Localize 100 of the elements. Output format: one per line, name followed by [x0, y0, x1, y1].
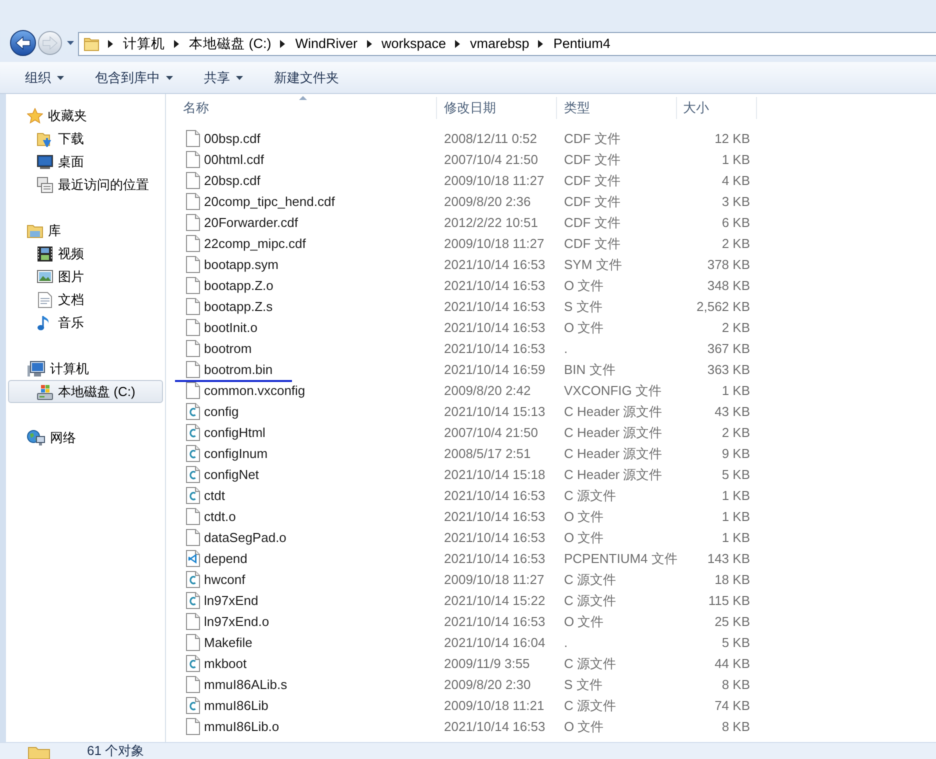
file-icon	[186, 214, 200, 231]
file-name[interactable]: common.vxconfig	[204, 380, 306, 400]
breadcrumb-link[interactable]: 本地磁盘 (C:)	[189, 35, 272, 53]
file-size: 44 KB	[714, 654, 750, 673]
file-size: 1 KB	[722, 528, 750, 547]
file-name[interactable]: bootInit.o	[204, 318, 258, 338]
sidebar-group[interactable]: 收藏夹	[8, 104, 163, 127]
file-name[interactable]: configNet	[204, 464, 259, 484]
file-icon	[186, 529, 200, 546]
modified-date: 2009/10/18 11:21	[444, 698, 544, 713]
file-name[interactable]: mmuI86ALib.s	[204, 674, 288, 694]
file-size: 2 KB	[722, 234, 750, 253]
film-strip-icon	[37, 246, 53, 262]
file-name[interactable]: bootrom.bin	[204, 360, 273, 380]
file-type: C Header 源文件	[564, 424, 662, 440]
sidebar-item[interactable]: 最近访问的位置	[8, 173, 163, 196]
file-name[interactable]: 20comp_tipc_hend.cdf	[204, 192, 335, 212]
toolbar-button[interactable]: 共享	[196, 66, 251, 90]
sidebar-label: 下载	[58, 130, 84, 148]
file-name[interactable]: configInum	[204, 444, 268, 464]
file-name[interactable]: config	[204, 402, 239, 422]
breadcrumb-link[interactable]: 计算机	[123, 35, 165, 53]
history-dropdown[interactable]	[66, 40, 74, 46]
back-button[interactable]	[10, 30, 36, 56]
sidebar-group[interactable]: 库	[8, 219, 163, 242]
modified-date: 2021/10/14 16:59	[444, 362, 546, 377]
chevron-icon	[366, 40, 372, 48]
file-name[interactable]: configHtml	[204, 422, 266, 442]
file-name[interactable]: bootapp.sym	[204, 254, 278, 274]
sidebar-item[interactable]: 桌面	[8, 150, 163, 173]
sidebar-item[interactable]: 图片	[8, 265, 163, 288]
breadcrumb-link[interactable]: vmarebsp	[470, 35, 530, 53]
document-icon	[37, 292, 53, 308]
file-name[interactable]: 20Forwarder.cdf	[204, 212, 298, 232]
modified-date: 2021/10/14 16:53	[444, 508, 546, 524]
c-file-icon	[186, 445, 200, 462]
desktop-icon	[37, 154, 53, 168]
file-size: 3 KB	[722, 192, 750, 211]
sidebar-label: 最近访问的位置	[58, 176, 149, 194]
arrow-icon	[42, 36, 58, 50]
modified-date: 2021/10/14 16:53	[444, 718, 546, 734]
file-name[interactable]: mkboot	[204, 654, 247, 674]
breadcrumb-link[interactable]: WindRiver	[295, 35, 358, 53]
column-header[interactable]: 类型	[557, 97, 677, 119]
sidebar-item[interactable]: 视频	[8, 242, 163, 265]
file-name[interactable]: mmuI86Lib.o	[204, 716, 280, 736]
file-name[interactable]: bootapp.Z.s	[204, 296, 273, 316]
folder-icon	[84, 37, 99, 51]
toolbar-button[interactable]: 包含到库中	[87, 66, 181, 90]
file-name[interactable]: mmuI86Lib	[204, 696, 268, 716]
file-name[interactable]: hwconf	[204, 570, 246, 590]
breadcrumb-link[interactable]: workspace	[382, 35, 446, 53]
file-name[interactable]: depend	[204, 548, 248, 568]
breadcrumb-link[interactable]: Pentium4	[553, 35, 610, 53]
file-size: 1 KB	[722, 382, 750, 400]
file-name[interactable]: 00html.cdf	[204, 150, 264, 170]
sidebar-group[interactable]: 网络	[8, 426, 163, 449]
drive-icon	[37, 384, 53, 400]
file-size: 74 KB	[714, 696, 750, 715]
file-name[interactable]: dataSegPad.o	[204, 528, 286, 548]
sidebar-item[interactable]: 音乐	[8, 311, 163, 334]
file-size: 1 KB	[722, 150, 750, 169]
column-header[interactable]: 名称	[169, 97, 437, 119]
network-globe-icon	[27, 430, 45, 446]
star-icon	[27, 108, 43, 124]
file-icon	[186, 718, 200, 735]
file-size: 5 KB	[722, 466, 750, 484]
file-type: CDF 文件	[564, 172, 620, 188]
file-icon	[186, 172, 200, 189]
sidebar-label: 桌面	[58, 152, 84, 171]
modified-date: 2021/10/14 16:53	[444, 298, 546, 314]
modified-date: 2021/10/14 16:53	[444, 488, 546, 503]
file-name[interactable]: ln97xEnd.o	[204, 612, 270, 632]
column-header[interactable]: 修改日期	[437, 97, 557, 119]
file-size: 43 KB	[714, 402, 750, 421]
file-name[interactable]: bootrom	[204, 338, 252, 358]
file-name[interactable]: ctdt	[204, 486, 225, 506]
modified-date: 2009/8/20 2:30	[444, 676, 531, 692]
modified-date: 2012/2/22 10:51	[444, 214, 538, 230]
column-header[interactable]: 大小	[677, 97, 757, 119]
toolbar-button[interactable]: 新建文件夹	[266, 66, 347, 90]
c-file-icon	[186, 697, 200, 714]
toolbar-button[interactable]: 组织	[17, 66, 72, 90]
sidebar-label: 收藏夹	[48, 106, 87, 125]
file-type: CDF 文件	[564, 214, 620, 230]
file-name[interactable]: 20bsp.cdf	[204, 170, 260, 190]
file-name[interactable]: ctdt.o	[204, 506, 236, 526]
file-name[interactable]: ln97xEnd	[204, 590, 258, 610]
file-name[interactable]: bootapp.Z.o	[204, 276, 274, 296]
sidebar-item[interactable]: 文档	[8, 288, 163, 311]
file-name[interactable]: 00bsp.cdf	[204, 128, 260, 148]
file-name[interactable]: Makefile	[204, 632, 252, 652]
address-bar[interactable]: 计算机 本地磁盘 (C:) WindRiver workspace vmarebsp Pentium4	[78, 32, 936, 56]
sidebar-item[interactable]: 下载	[8, 127, 163, 150]
sidebar-item[interactable]: 本地磁盘 (C:)	[8, 380, 163, 403]
file-icon	[186, 256, 200, 273]
file-type: CDF 文件	[564, 194, 620, 209]
file-size: 348 KB	[707, 276, 750, 295]
sidebar-group[interactable]: 计算机	[8, 357, 163, 380]
file-name[interactable]: 22comp_mipc.cdf	[204, 234, 306, 254]
